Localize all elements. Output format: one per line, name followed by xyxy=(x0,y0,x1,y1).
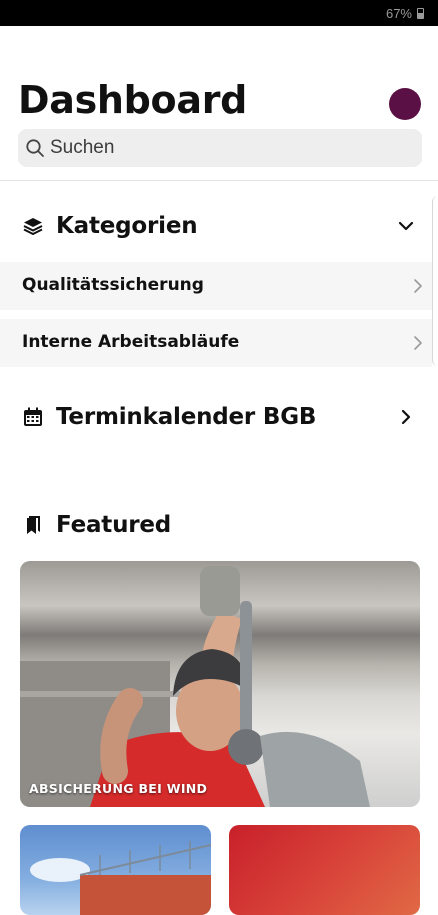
thumbnail-image xyxy=(30,841,211,915)
calendar-row[interactable]: Terminkalender BGB xyxy=(22,401,316,433)
calendar-label: Terminkalender BGB xyxy=(56,404,317,430)
search-bar[interactable] xyxy=(18,129,422,167)
featured-card-title: ABSICHERUNG BEI WIND xyxy=(29,781,208,796)
divider xyxy=(0,180,438,181)
bookmarks-icon xyxy=(27,516,40,534)
page-title: Dashboard xyxy=(18,78,248,122)
featured-card-image xyxy=(20,566,370,807)
featured-header: Featured xyxy=(22,509,171,541)
search-icon xyxy=(26,139,44,157)
featured-card[interactable]: ABSICHERUNG BEI WIND xyxy=(20,561,420,807)
avatar[interactable] xyxy=(389,88,421,120)
featured-label: Featured xyxy=(56,512,172,538)
chevron-right-icon[interactable] xyxy=(397,408,415,426)
categories-header[interactable]: Kategorien xyxy=(22,210,198,242)
status-bar: 67% xyxy=(0,0,438,26)
article-thumbnail[interactable] xyxy=(229,825,420,915)
category-item-label: Interne Arbeitsabläufe xyxy=(22,332,240,352)
search-input[interactable] xyxy=(50,129,410,167)
chevron-right-icon xyxy=(414,279,422,293)
category-item-interne-arbeitsablaeufe[interactable]: Interne Arbeitsabläufe xyxy=(0,319,432,367)
battery-icon xyxy=(417,8,424,19)
chevron-down-icon[interactable] xyxy=(397,217,415,235)
category-item-label: Qualitätssicherung xyxy=(22,275,204,295)
layers-icon xyxy=(23,218,43,235)
chevron-right-icon xyxy=(414,336,422,350)
category-item-qualitaetssicherung[interactable]: Qualitätssicherung xyxy=(0,262,432,310)
calendar-icon xyxy=(24,407,42,426)
scroll-edge xyxy=(432,196,438,366)
battery-percentage: 67% xyxy=(385,6,412,21)
categories-label: Kategorien xyxy=(56,213,198,239)
article-thumbnail[interactable] xyxy=(20,825,211,915)
